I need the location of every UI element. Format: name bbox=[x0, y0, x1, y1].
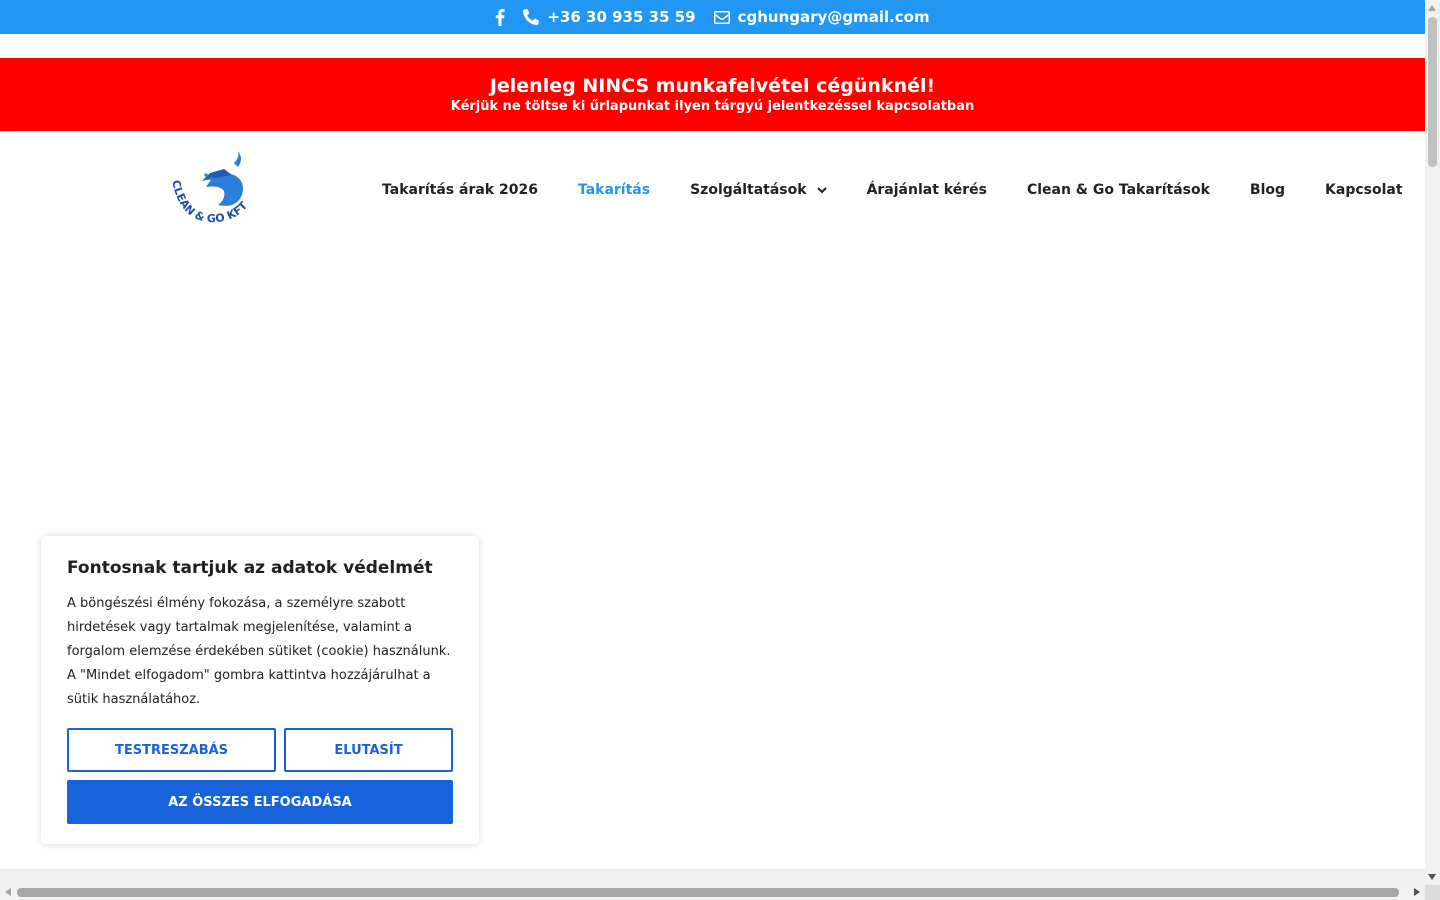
cookie-button-row: TESTRESZABÁS ELUTASÍT bbox=[67, 728, 453, 772]
scrollbar-corner bbox=[1425, 885, 1440, 900]
hiring-notice-banner: Jelenleg NINCS munkafelvétel cégünknél! … bbox=[0, 58, 1425, 131]
customize-button[interactable]: TESTRESZABÁS bbox=[67, 728, 276, 772]
notice-subtitle: Kérjük ne töltse ki űrlapunkat ilyen tár… bbox=[450, 99, 975, 114]
reject-button[interactable]: ELUTASÍT bbox=[284, 728, 453, 772]
nav-item-kapcsolat[interactable]: Kapcsolat bbox=[1305, 182, 1423, 198]
nav-item-szolgaltatasok-label: Szolgáltatások bbox=[690, 182, 807, 198]
email-address: cghungary@gmail.com bbox=[737, 8, 930, 26]
main-navigation: Takarítás árak 2026 Takarítás Szolgáltat… bbox=[362, 131, 1423, 249]
nav-item-blog[interactable]: Blog bbox=[1230, 182, 1305, 198]
notice-title: Jelenleg NINCS munkafelvétel cégünknél! bbox=[489, 75, 936, 97]
cookie-title: Fontosnak tartjuk az adatok védelmét bbox=[67, 558, 433, 578]
nav-item-takaritas[interactable]: Takarítás bbox=[558, 182, 670, 198]
phone-icon bbox=[523, 9, 540, 25]
vertical-scrollbar[interactable] bbox=[1425, 0, 1440, 885]
top-contact-bar: +36 30 935 35 59 cghungary@gmail.com bbox=[0, 0, 1425, 34]
scroll-up-arrow-icon[interactable] bbox=[1428, 5, 1436, 11]
facebook-icon bbox=[496, 8, 505, 26]
horizontal-scrollbar-thumb[interactable] bbox=[17, 888, 1399, 897]
email-link[interactable]: cghungary@gmail.com bbox=[713, 8, 930, 26]
nav-item-takaritas-arak[interactable]: Takarítás árak 2026 bbox=[362, 182, 558, 198]
site-logo[interactable]: CLEAN & GO KFT bbox=[162, 151, 272, 231]
scroll-right-arrow-icon[interactable] bbox=[1414, 888, 1420, 896]
facebook-link[interactable] bbox=[495, 8, 505, 26]
vertical-scrollbar-thumb[interactable] bbox=[1428, 17, 1437, 167]
cookie-consent-dialog: Fontosnak tartjuk az adatok védelmét A b… bbox=[41, 536, 479, 844]
site-header: CLEAN & GO KFT Takarítás árak 2026 Takar… bbox=[0, 131, 1425, 249]
horizontal-scrollbar[interactable] bbox=[0, 885, 1425, 900]
nav-item-clean-go-takaritasok[interactable]: Clean & Go Takarítások bbox=[1007, 182, 1230, 198]
scroll-down-arrow-icon[interactable] bbox=[1428, 874, 1436, 880]
cookie-text: A böngészési élmény fokozása, a személyr… bbox=[67, 596, 451, 707]
accept-all-button[interactable]: AZ ÖSSZES ELFOGADÁSA bbox=[67, 780, 453, 824]
nav-item-arajanlat-keres[interactable]: Árajánlat kérés bbox=[847, 182, 1007, 198]
nav-item-szolgaltatasok[interactable]: Szolgáltatások bbox=[670, 182, 846, 198]
scroll-left-arrow-icon[interactable] bbox=[5, 888, 11, 896]
envelope-icon bbox=[713, 10, 730, 24]
clean-and-go-logo-icon: CLEAN & GO KFT bbox=[169, 151, 251, 225]
chevron-down-icon bbox=[816, 186, 827, 193]
phone-link[interactable]: +36 30 935 35 59 bbox=[523, 8, 696, 26]
footer-strip bbox=[0, 869, 1425, 885]
phone-number: +36 30 935 35 59 bbox=[547, 8, 696, 26]
